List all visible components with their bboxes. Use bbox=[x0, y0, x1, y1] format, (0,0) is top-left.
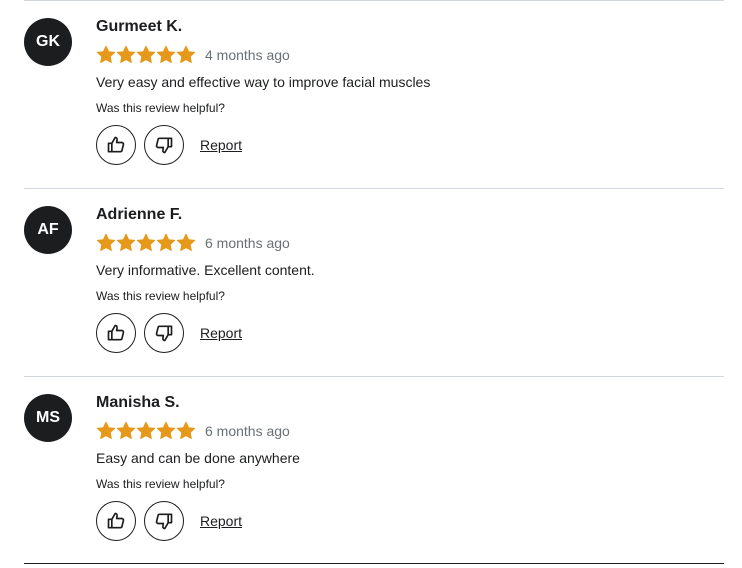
reviewer-name: Manisha S. bbox=[96, 394, 180, 411]
avatar: MS bbox=[24, 394, 72, 442]
star-rating bbox=[96, 233, 196, 253]
report-link[interactable]: Report bbox=[200, 325, 242, 341]
avatar: AF bbox=[24, 206, 72, 254]
thumbs-down-icon bbox=[154, 323, 174, 343]
helpful-prompt: Was this review helpful? bbox=[96, 101, 225, 115]
rating-row: 6 months ago bbox=[96, 421, 290, 441]
review-actions: Report bbox=[96, 125, 242, 165]
helpful-yes-button[interactable] bbox=[96, 125, 136, 165]
star-icon bbox=[156, 233, 176, 251]
review-item: GK Gurmeet K. 4 months ago Very easy and… bbox=[24, 0, 724, 188]
report-link[interactable]: Report bbox=[200, 137, 242, 153]
avatar: GK bbox=[24, 18, 72, 66]
helpful-yes-button[interactable] bbox=[96, 501, 136, 541]
thumbs-up-icon bbox=[106, 135, 126, 155]
star-icon bbox=[176, 421, 196, 439]
review-time: 6 months ago bbox=[205, 423, 290, 439]
star-rating bbox=[96, 45, 196, 65]
review-item: AF Adrienne F. 6 months ago Very informa… bbox=[24, 188, 724, 376]
review-time: 6 months ago bbox=[205, 235, 290, 251]
review-text: Easy and can be done anywhere bbox=[96, 450, 300, 466]
star-icon bbox=[116, 233, 136, 251]
star-icon bbox=[156, 421, 176, 439]
rating-row: 6 months ago bbox=[96, 233, 290, 253]
helpful-yes-button[interactable] bbox=[96, 313, 136, 353]
report-link[interactable]: Report bbox=[200, 513, 242, 529]
rating-row: 4 months ago bbox=[96, 45, 290, 65]
star-icon bbox=[176, 233, 196, 251]
helpful-no-button[interactable] bbox=[144, 313, 184, 353]
star-rating bbox=[96, 421, 196, 441]
review-item: MS Manisha S. 6 months ago Easy and can … bbox=[24, 376, 724, 564]
helpful-prompt: Was this review helpful? bbox=[96, 289, 225, 303]
star-icon bbox=[96, 421, 116, 439]
reviewer-name: Gurmeet K. bbox=[96, 18, 183, 35]
helpful-prompt: Was this review helpful? bbox=[96, 477, 225, 491]
reviewer-name: Adrienne F. bbox=[96, 206, 183, 223]
thumbs-up-icon bbox=[106, 323, 126, 343]
helpful-no-button[interactable] bbox=[144, 125, 184, 165]
star-icon bbox=[116, 45, 136, 63]
star-icon bbox=[136, 233, 156, 251]
review-actions: Report bbox=[96, 501, 242, 541]
thumbs-down-icon bbox=[154, 135, 174, 155]
star-icon bbox=[96, 233, 116, 251]
helpful-no-button[interactable] bbox=[144, 501, 184, 541]
thumbs-up-icon bbox=[106, 511, 126, 531]
reviews-list: GK Gurmeet K. 4 months ago Very easy and… bbox=[24, 0, 724, 564]
star-icon bbox=[156, 45, 176, 63]
star-icon bbox=[136, 421, 156, 439]
star-icon bbox=[176, 45, 196, 63]
thumbs-down-icon bbox=[154, 511, 174, 531]
star-icon bbox=[136, 45, 156, 63]
review-actions: Report bbox=[96, 313, 242, 353]
review-time: 4 months ago bbox=[205, 47, 290, 63]
review-text: Very easy and effective way to improve f… bbox=[96, 74, 431, 90]
star-icon bbox=[96, 45, 116, 63]
star-icon bbox=[116, 421, 136, 439]
review-text: Very informative. Excellent content. bbox=[96, 262, 315, 278]
